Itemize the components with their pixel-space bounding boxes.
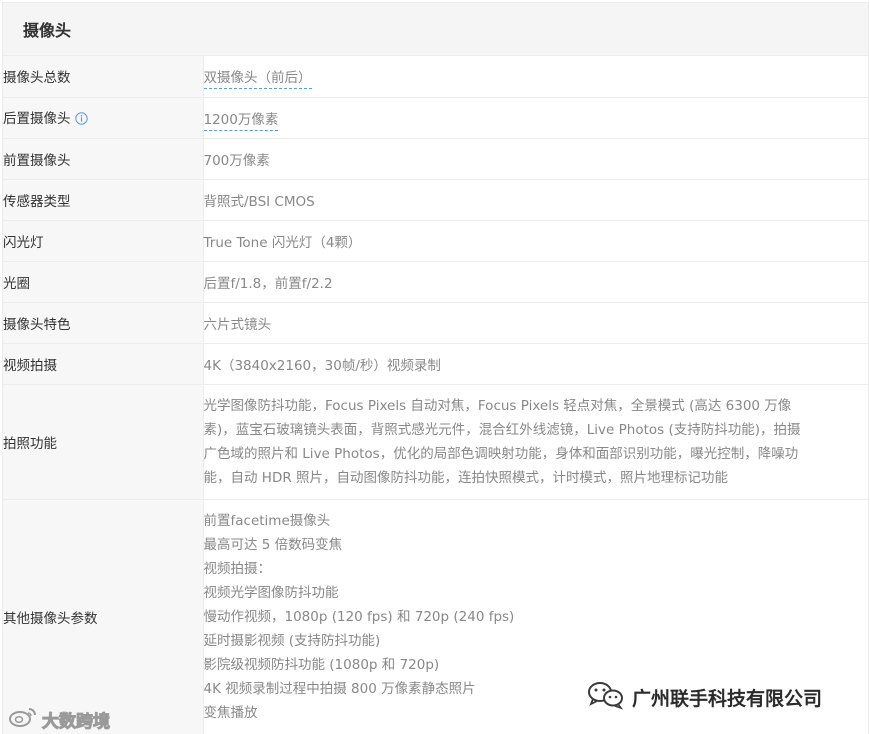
spec-table: 摄像头总数 双摄像头（前后） 后置摄像头 1200万像素 前置摄像头 700万像…: [3, 56, 868, 734]
spec-value: 700万像素: [203, 138, 868, 180]
spec-line: 前置facetime摄像头: [203, 512, 331, 529]
spec-line: 光学图像防抖功能，Focus Pixels 自动对焦，Focus Pixels …: [203, 397, 792, 414]
spec-label: 摄像头特色: [3, 302, 204, 344]
spec-line: 视频光学图像防抖功能: [203, 584, 339, 601]
spec-row-camera-features: 摄像头特色 六片式镜头: [3, 302, 868, 344]
spec-label: 光圈: [3, 261, 204, 303]
spec-value: 后置f/1.8，前置f/2.2: [203, 261, 868, 303]
spec-label: 前置摄像头: [3, 138, 204, 180]
spec-line: 慢动作视频，1080p (120 fps) 和 720p (240 fps): [203, 608, 515, 625]
spec-value-multiline: 光学图像防抖功能，Focus Pixels 自动对焦，Focus Pixels …: [203, 384, 868, 500]
camera-count-link[interactable]: 双摄像头（前后）: [203, 70, 312, 90]
spec-value: 背照式/BSI CMOS: [203, 179, 868, 221]
spec-row-flash: 闪光灯 True Tone 闪光灯（4颗）: [3, 220, 868, 262]
watermark-left-text: 大数跨境: [42, 711, 111, 732]
spec-label: 闪光灯: [3, 220, 204, 262]
spec-row-sensor-type: 传感器类型 背照式/BSI CMOS: [3, 179, 868, 221]
spec-row-front-camera: 前置摄像头 700万像素: [3, 138, 868, 180]
weibo-logo-icon: [8, 706, 38, 732]
spec-line: 广色域的照片和 Live Photos，优化的局部色调映射功能，身体和面部识别功…: [203, 445, 799, 462]
watermark-left: 大数跨境: [8, 706, 111, 732]
spec-label: 传感器类型: [3, 179, 204, 221]
watermark-right-text: 广州联手科技有限公司: [632, 687, 823, 710]
spec-line: 素)，蓝宝石玻璃镜头表面，背照式感光元件，混合红外线滤镜，Live Photos…: [203, 421, 801, 438]
spec-value: True Tone 闪光灯（4颗）: [203, 220, 868, 262]
spec-label: 其他摄像头参数: [3, 499, 204, 734]
spec-label: 拍照功能: [3, 384, 204, 500]
spec-line: 影院级视频防抖功能 (1080p 和 720p): [203, 656, 440, 673]
wechat-logo-icon: [586, 680, 624, 714]
spec-label: 后置摄像头: [3, 110, 71, 127]
rear-camera-link[interactable]: 1200万像素: [203, 111, 279, 131]
spec-row-aperture: 光圈 后置f/1.8，前置f/2.2: [3, 261, 868, 303]
info-icon[interactable]: [74, 111, 88, 129]
camera-spec-card: 摄像头 摄像头总数 双摄像头（前后） 后置摄像头 1200万像素 前置摄像头 7…: [2, 2, 869, 734]
spec-row-video: 视频拍摄 4K（3840x2160，30帧/秒）视频录制: [3, 343, 868, 385]
spec-row-rear-camera: 后置摄像头 1200万像素: [3, 97, 868, 139]
spec-line: 能，自动 HDR 照片，自动图像防抖功能，连拍快照模式，计时模式，照片地理标记功…: [203, 469, 729, 486]
spec-line: 视频拍摄：: [203, 560, 272, 577]
spec-line: 延时摄影视频 (支持防抖功能): [203, 632, 381, 649]
spec-row-camera-count: 摄像头总数 双摄像头（前后）: [3, 56, 868, 98]
watermark-right: 广州联手科技有限公司: [586, 680, 822, 714]
spec-row-photo-features: 拍照功能 光学图像防抖功能，Focus Pixels 自动对焦，Focus Pi…: [3, 384, 868, 500]
spec-label: 视频拍摄: [3, 343, 204, 385]
spec-line: 最高可达 5 倍数码变焦: [203, 536, 343, 553]
spec-value: 六片式镜头: [203, 302, 868, 344]
spec-value: 4K（3840x2160，30帧/秒）视频录制: [203, 343, 868, 385]
section-title: 摄像头: [23, 21, 72, 40]
spec-label: 摄像头总数: [3, 56, 204, 98]
section-header: 摄像头: [3, 3, 868, 56]
